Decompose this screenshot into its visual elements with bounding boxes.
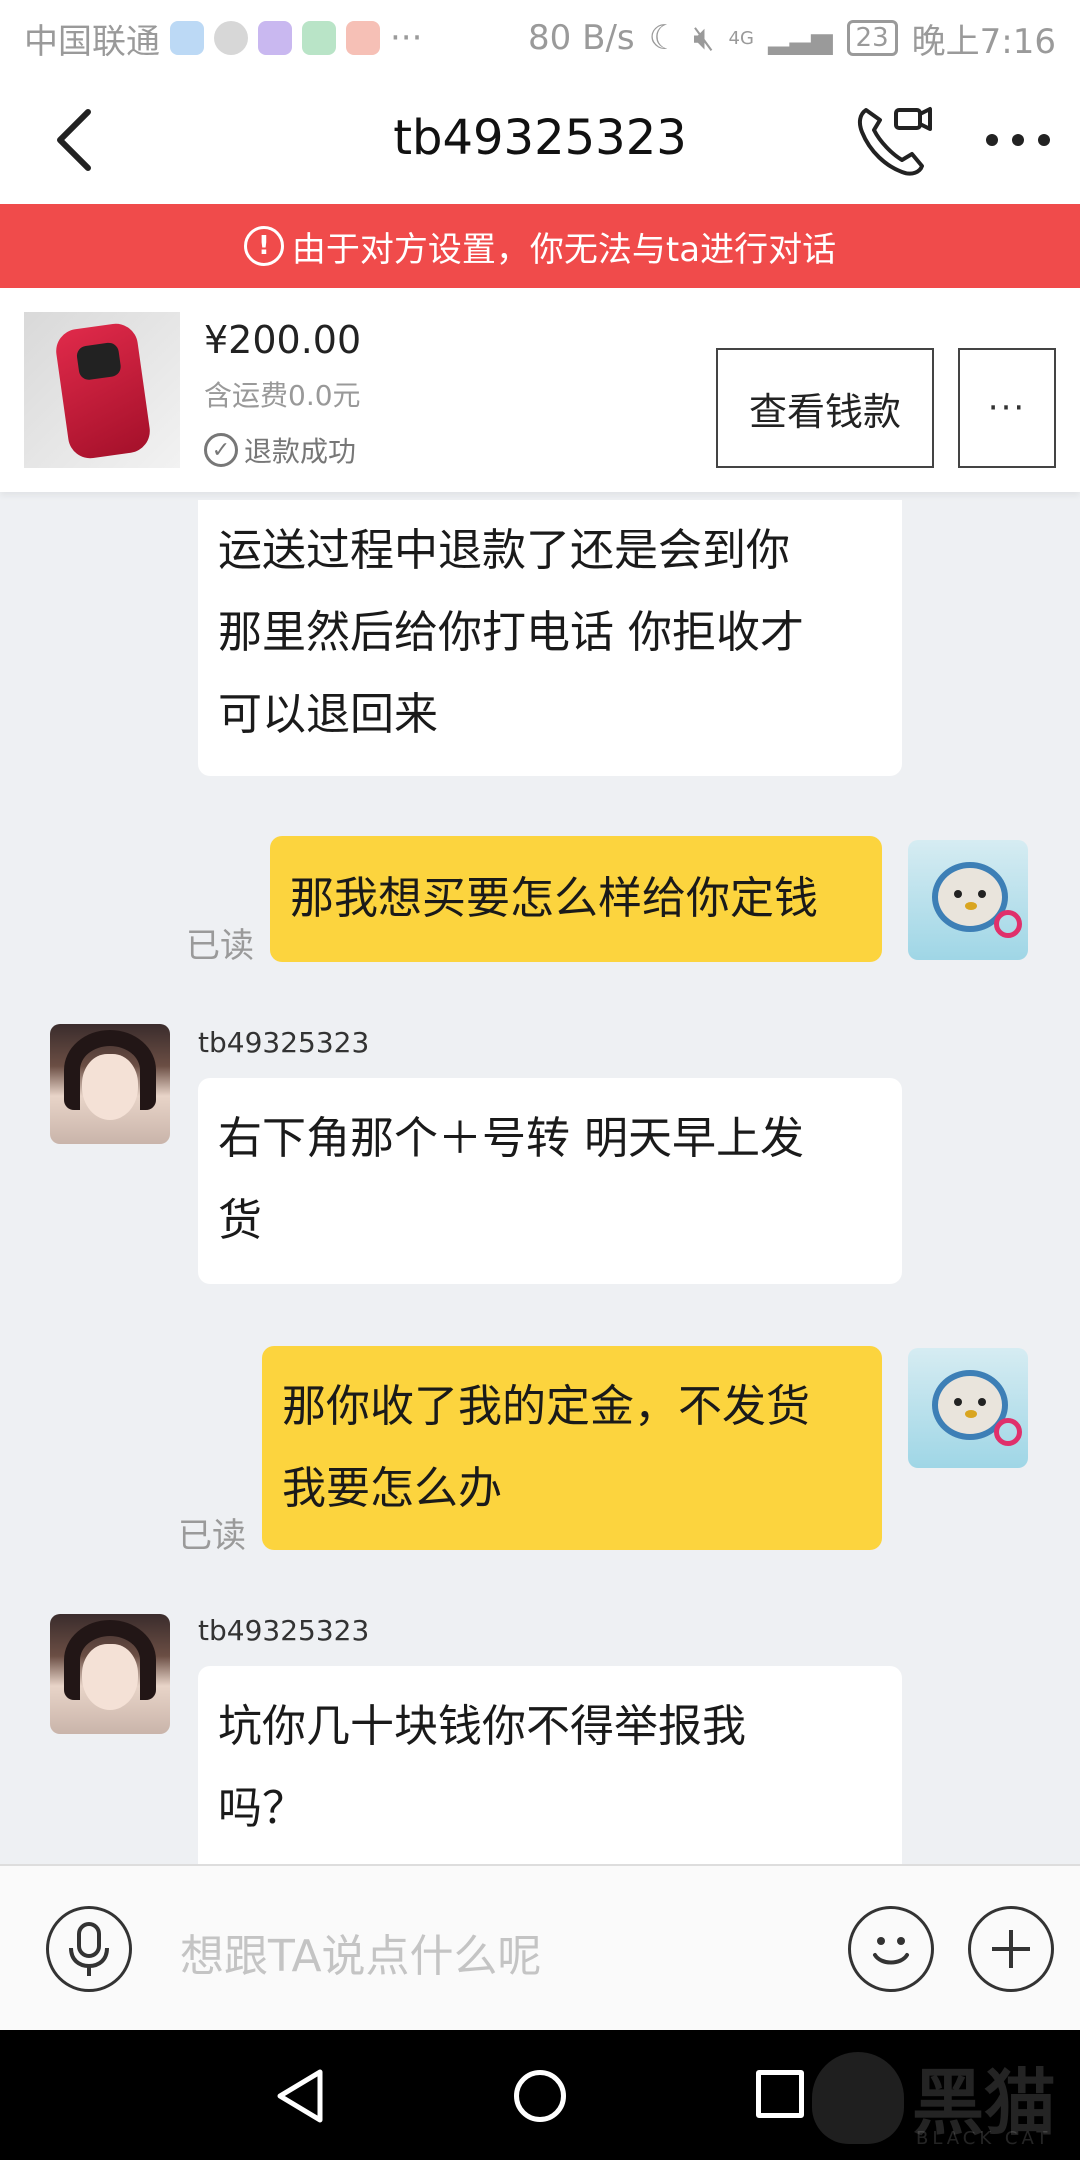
contact-avatar[interactable]	[50, 1614, 170, 1734]
app-notification-icon	[258, 21, 292, 55]
banner-text: 由于对方设置，你无法与ta进行对话	[291, 229, 837, 270]
status-bar: 中国联通 ··· 80 B/s ☾ 🔇︎ 4G ▂▃▅ 23 晚上7:16	[0, 0, 1080, 76]
sender-name: tb49325323	[198, 1614, 370, 1647]
call-icon[interactable]	[852, 100, 932, 180]
message-line: 那你收了我的定金，不发货	[282, 1381, 810, 1432]
warning-icon: !	[243, 226, 284, 266]
view-payment-button[interactable]: 查看钱款	[716, 348, 934, 468]
signal-icon: ▂▃▅	[767, 21, 833, 55]
microphone-icon	[69, 1922, 109, 1976]
system-nav-bar: 黑猫 BLACK CAT	[0, 2030, 1080, 2160]
smiley-icon	[873, 1937, 909, 1965]
message-bubble-outgoing[interactable]: 那我想买要怎么样给你定钱	[270, 836, 882, 962]
read-receipt: 已读	[186, 926, 254, 966]
message-line: 那我想买要怎么样给你定钱	[290, 873, 818, 924]
message-line: 可以退回来	[218, 689, 438, 740]
product-more-button[interactable]: ···	[958, 348, 1056, 468]
message-line: 货	[218, 1195, 262, 1246]
message-line: 吗？	[218, 1783, 306, 1834]
nav-home-icon[interactable]	[514, 2070, 566, 2122]
battery-icon: 23	[846, 20, 898, 56]
app-notification-icon	[170, 21, 204, 55]
add-more-button[interactable]	[968, 1906, 1054, 1992]
my-avatar[interactable]	[908, 1348, 1028, 1468]
message-bubble-incoming[interactable]: 运送过程中退款了还是会到你 那里然后给你打电话 你拒收才 可以退回来	[198, 500, 902, 776]
network-speed: 80 B/s	[528, 18, 635, 58]
more-notifications-icon: ···	[390, 18, 423, 58]
message-line: 坑你几十块钱你不得举报我	[218, 1701, 746, 1752]
phone-photo	[53, 320, 153, 462]
wechat-icon	[214, 21, 248, 55]
message-bubble-incoming[interactable]: 坑你几十块钱你不得举报我 吗？	[198, 1666, 902, 1864]
message-line: 我要怎么办	[282, 1463, 502, 1514]
check-circle-icon: ✓	[204, 433, 238, 467]
plus-icon	[992, 1930, 1030, 1968]
carrier-label: 中国联通	[24, 21, 160, 62]
read-receipt: 已读	[178, 1516, 246, 1556]
product-card[interactable]: ¥200.00 含运费0.0元 ✓ 退款成功 查看钱款 ···	[0, 288, 1080, 492]
nav-recents-icon[interactable]	[756, 2070, 804, 2118]
emoji-button[interactable]	[848, 1906, 934, 1992]
nav-back-icon[interactable]	[272, 2068, 332, 2124]
blocked-banner: ! 由于对方设置，你无法与ta进行对话	[0, 204, 1080, 288]
my-avatar[interactable]	[908, 840, 1028, 960]
message-bubble-outgoing[interactable]: 那你收了我的定金，不发货 我要怎么办	[262, 1346, 882, 1550]
heart-app-icon	[346, 21, 380, 55]
message-input[interactable]: 想跟TA说点什么呢	[180, 1920, 542, 1984]
message-line: 右下角那个＋号转 明天早上发	[218, 1113, 804, 1164]
clock: 晚上7:16	[911, 21, 1056, 62]
refund-status: ✓ 退款成功	[204, 430, 356, 470]
app-notification-icon	[302, 21, 336, 55]
message-line: 运送过程中退款了还是会到你	[218, 525, 790, 576]
chat-header: tb49325323	[0, 76, 1080, 204]
refund-status-label: 退款成功	[244, 435, 357, 468]
watermark-subtext: BLACK CAT	[916, 2128, 1052, 2149]
mute-icon: 🔇︎	[693, 18, 715, 58]
network-type: 4G	[728, 27, 754, 49]
sender-name: tb49325323	[198, 1026, 370, 1059]
black-cat-logo-icon	[812, 2052, 904, 2144]
message-bubble-incoming[interactable]: 右下角那个＋号转 明天早上发 货	[198, 1078, 902, 1284]
input-bar: 想跟TA说点什么呢	[0, 1864, 1080, 2030]
product-price: ¥200.00	[204, 318, 362, 362]
message-line: 那里然后给你打电话 你拒收才	[218, 607, 804, 658]
contact-avatar[interactable]	[50, 1024, 170, 1144]
watermark: 黑猫 BLACK CAT	[812, 2044, 1072, 2154]
moon-icon: ☾	[648, 18, 680, 58]
more-options-icon[interactable]	[978, 106, 1058, 174]
voice-input-button[interactable]	[46, 1906, 132, 1992]
product-image[interactable]	[24, 312, 180, 468]
shipping-info: 含运费0.0元	[204, 379, 361, 412]
